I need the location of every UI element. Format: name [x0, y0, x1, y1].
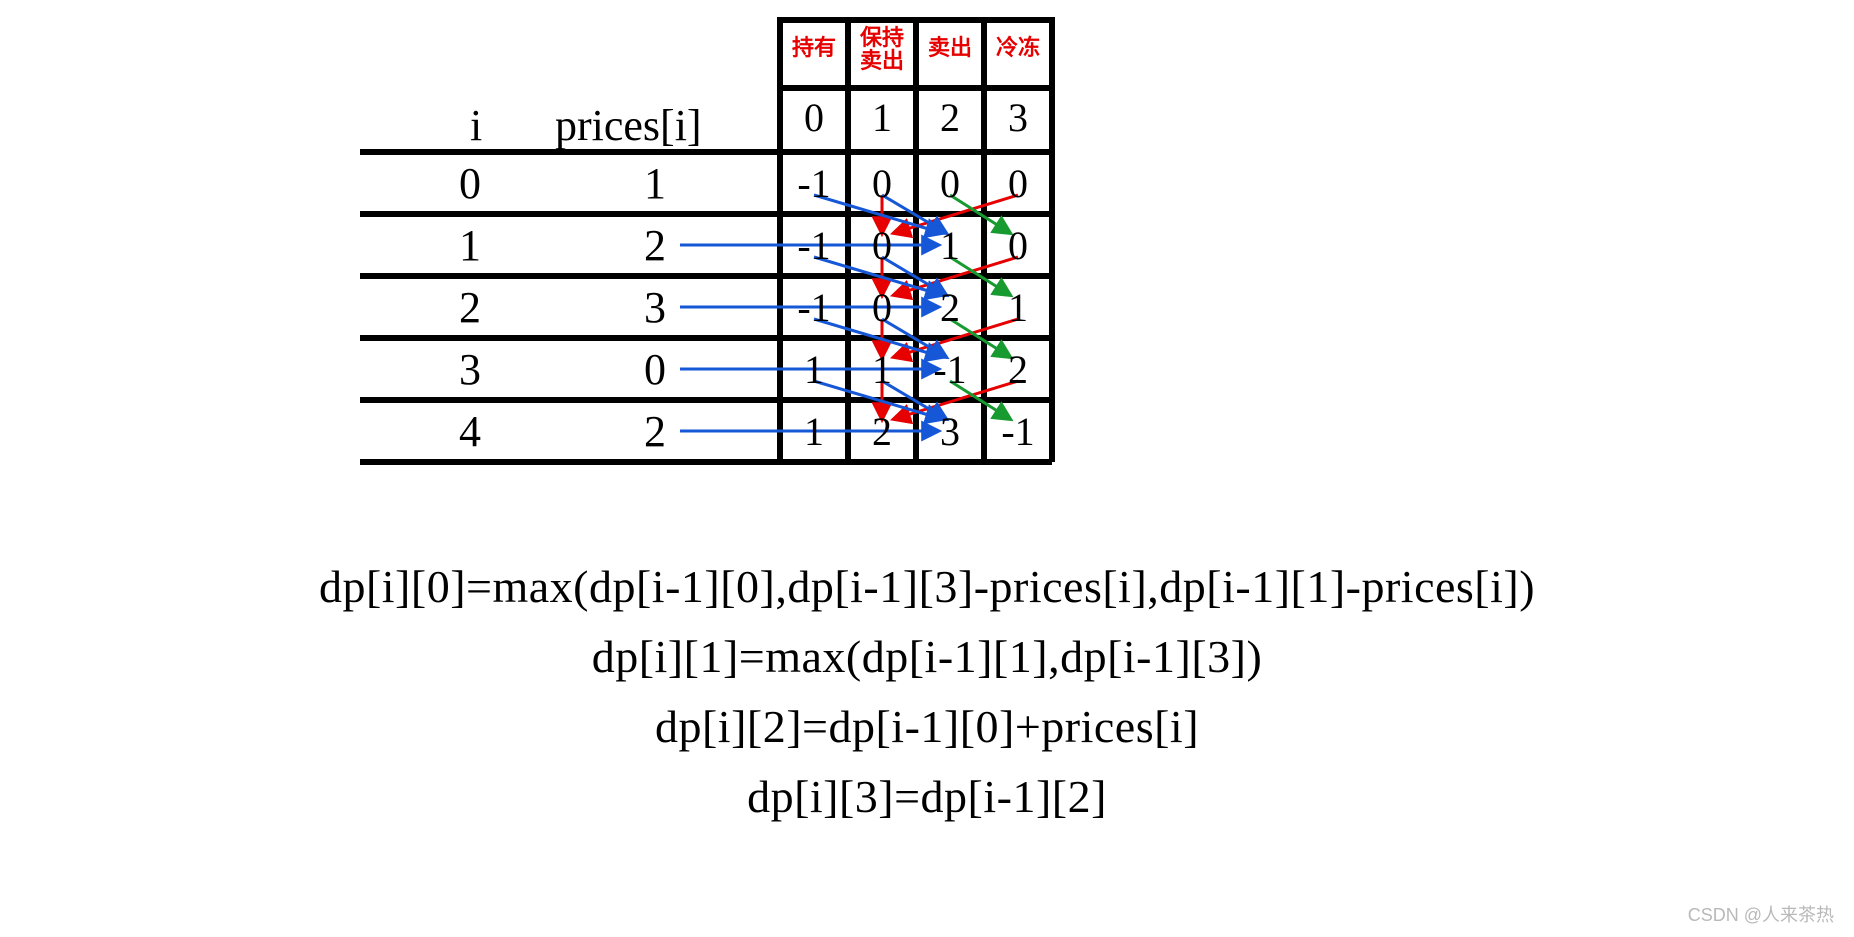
- diagram-stage: i prices[i] 持有 保持 卖出 卖出 冷冻 0 1 2 3 0 1 -…: [0, 0, 1854, 937]
- state-label-3: 冷冻: [986, 36, 1050, 59]
- dp-cell: -1: [918, 346, 982, 393]
- dp-cell: 0: [850, 222, 914, 269]
- dp-cell: 0: [986, 160, 1050, 207]
- dp-cell: 2: [850, 408, 914, 455]
- formula-2: dp[i][2]=dp[i-1][0]+prices[i]: [0, 700, 1854, 753]
- dp-cell: -1: [782, 160, 846, 207]
- state-index-0: 0: [782, 94, 846, 141]
- row-price: 2: [615, 406, 695, 457]
- formula-0: dp[i][0]=max(dp[i-1][0],dp[i-1][3]-price…: [0, 560, 1854, 613]
- header-i: i: [470, 100, 482, 151]
- dp-cell: 0: [850, 160, 914, 207]
- dp-cell: 1: [782, 408, 846, 455]
- row-i: 3: [430, 344, 510, 395]
- row-i: 2: [430, 282, 510, 333]
- state-index-1: 1: [850, 94, 914, 141]
- dp-cell: -1: [782, 284, 846, 331]
- formula-1: dp[i][1]=max(dp[i-1][1],dp[i-1][3]): [0, 630, 1854, 683]
- dp-cell: 0: [850, 284, 914, 331]
- header-prices: prices[i]: [555, 100, 702, 151]
- dp-cell: 1: [850, 346, 914, 393]
- state-index-3: 3: [986, 94, 1050, 141]
- formula-3: dp[i][3]=dp[i-1][2]: [0, 770, 1854, 823]
- state-label-2: 卖出: [918, 36, 982, 59]
- dp-cell: 0: [986, 222, 1050, 269]
- dp-cell: -1: [782, 222, 846, 269]
- row-price: 1: [615, 158, 695, 209]
- dp-cell: -1: [986, 408, 1050, 455]
- dp-cell: 0: [918, 160, 982, 207]
- dp-cell: 2: [918, 284, 982, 331]
- watermark: CSDN @人来茶热: [1688, 901, 1834, 927]
- row-i: 0: [430, 158, 510, 209]
- state-label-1: 保持 卖出: [850, 26, 914, 72]
- state-index-2: 2: [918, 94, 982, 141]
- dp-cell: 2: [986, 346, 1050, 393]
- row-i: 1: [430, 220, 510, 271]
- row-price: 0: [615, 344, 695, 395]
- state-label-0: 持有: [782, 36, 846, 59]
- dp-cell: 1: [918, 222, 982, 269]
- dp-cell: 1: [782, 346, 846, 393]
- row-i: 4: [430, 406, 510, 457]
- dp-cell: 1: [986, 284, 1050, 331]
- row-price: 2: [615, 220, 695, 271]
- dp-cell: 3: [918, 408, 982, 455]
- row-price: 3: [615, 282, 695, 333]
